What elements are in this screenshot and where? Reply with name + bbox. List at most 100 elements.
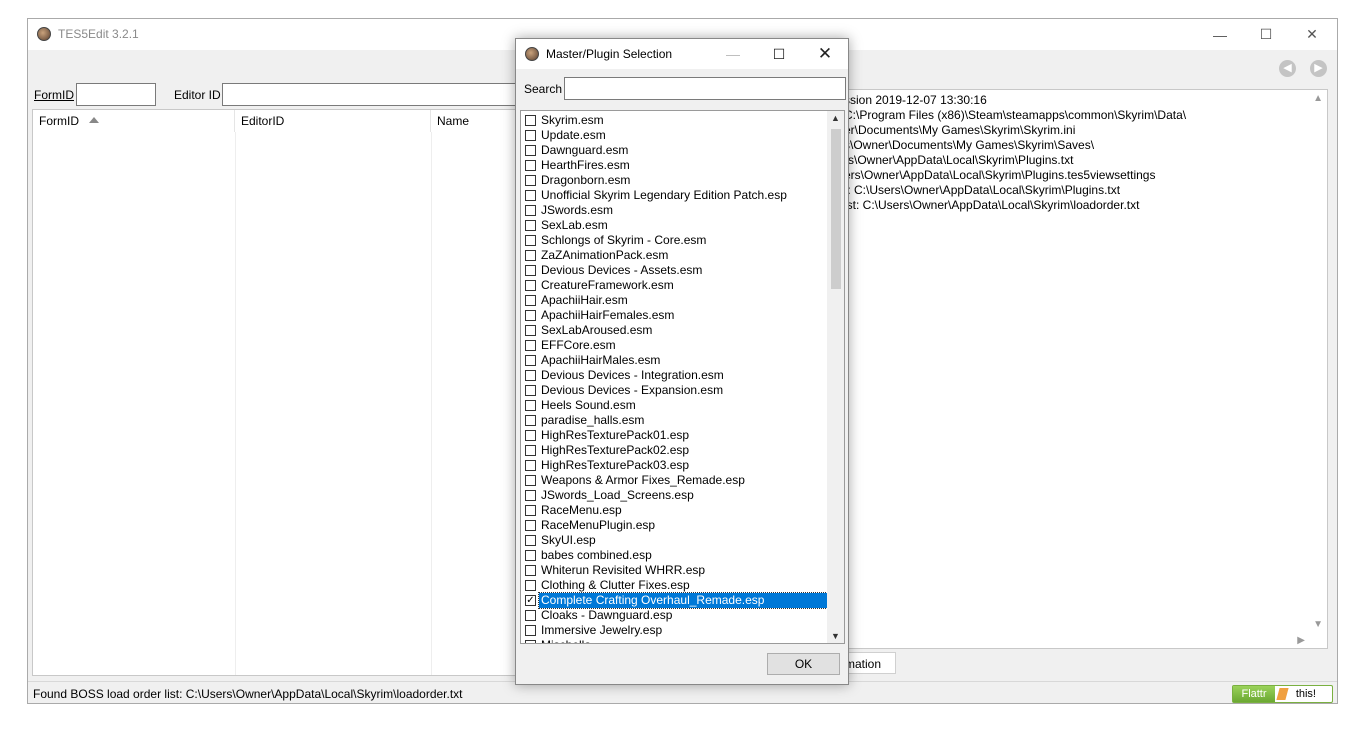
plugin-checkbox[interactable] [525, 610, 536, 621]
plugin-item[interactable]: HighResTexturePack02.esp [521, 443, 827, 458]
plugin-checkbox[interactable] [525, 325, 536, 336]
plugin-item[interactable]: ApachiiHairFemales.esm [521, 308, 827, 323]
plugin-checkbox[interactable] [525, 400, 536, 411]
plugin-label: EFFCore.esm [541, 338, 616, 352]
plugin-item[interactable]: HearthFires.esm [521, 158, 827, 173]
back-arrow-icon[interactable]: ◀ [1279, 60, 1296, 77]
dialog-maximize-button[interactable]: ☐ [756, 39, 802, 69]
plugin-item[interactable]: ApachiiHairMales.esm [521, 353, 827, 368]
plugin-item[interactable]: SexLab.esm [521, 218, 827, 233]
plugin-item[interactable]: Dragonborn.esm [521, 173, 827, 188]
plugin-item[interactable]: ✓ Complete Crafting Overhaul_Remade.esp [521, 592, 828, 609]
plugin-item[interactable]: Dawnguard.esm [521, 143, 827, 158]
plugin-item[interactable]: Devious Devices - Expansion.esm [521, 383, 827, 398]
plugin-item[interactable]: ApachiiHair.esm [521, 293, 827, 308]
plugin-item[interactable]: HighResTexturePack01.esp [521, 428, 827, 443]
plugin-checkbox[interactable] [525, 220, 536, 231]
minimize-button[interactable]: — [1197, 19, 1243, 50]
scroll-thumb[interactable] [831, 129, 841, 289]
column-header-formid[interactable]: FormID [33, 110, 235, 132]
column-header-editorid[interactable]: EditorID [235, 110, 431, 132]
plugin-checkbox[interactable] [525, 190, 536, 201]
plugin-checkbox[interactable] [525, 565, 536, 576]
plugin-item[interactable]: Mischella... [521, 638, 827, 643]
plugin-item[interactable]: SkyUI.esp [521, 533, 827, 548]
plugin-item[interactable]: Update.esm [521, 128, 827, 143]
plugin-checkbox[interactable] [525, 370, 536, 381]
forward-arrow-icon[interactable]: ▶ [1310, 60, 1327, 77]
plugin-checkbox[interactable] [525, 175, 536, 186]
plugin-item[interactable]: HighResTexturePack03.esp [521, 458, 827, 473]
plugin-checkbox[interactable] [525, 265, 536, 276]
plugin-item[interactable]: RaceMenuPlugin.esp [521, 518, 827, 533]
plugin-label: JSwords.esm [541, 203, 614, 217]
plugin-list[interactable]: Skyrim.esm Update.esm Dawnguard.esm HearthF… [520, 110, 845, 644]
plugin-item[interactable]: babes combined.esp [521, 548, 827, 563]
plugin-checkbox[interactable] [525, 625, 536, 636]
plugin-checkbox[interactable] [525, 145, 536, 156]
plugin-item[interactable]: ZaZAnimationPack.esm [521, 248, 827, 263]
flattr-button[interactable]: Flattr this! [1232, 685, 1333, 703]
plugin-item[interactable]: Immersive Jewelry.esp [521, 623, 827, 638]
close-button[interactable]: ✕ [1289, 19, 1335, 50]
plugin-item[interactable]: Cloaks - Dawnguard.esp [521, 608, 827, 623]
plugin-item[interactable]: Heels Sound.esm [521, 398, 827, 413]
plugin-checkbox[interactable] [525, 475, 536, 486]
plugin-item[interactable]: Whiterun Revisited WHRR.esp [521, 563, 827, 578]
record-tree-view[interactable]: FormID EditorID Name [32, 109, 518, 676]
plugin-checkbox[interactable] [525, 430, 536, 441]
plugin-item[interactable]: CreatureFramework.esm [521, 278, 827, 293]
column-header-name[interactable]: Name [431, 110, 521, 132]
scroll-down-icon[interactable]: ▼ [1313, 619, 1323, 630]
plugin-checkbox[interactable] [525, 535, 536, 546]
search-input[interactable] [564, 77, 846, 100]
plugin-checkbox[interactable] [525, 415, 536, 426]
plugin-item[interactable]: SexLabAroused.esm [521, 323, 827, 338]
plugin-item[interactable]: Schlongs of Skyrim - Core.esm [521, 233, 827, 248]
scroll-down-icon[interactable]: ▼ [831, 631, 840, 641]
plugin-checkbox[interactable] [525, 445, 536, 456]
plugin-item[interactable]: Clothing & Clutter Fixes.esp [521, 578, 827, 593]
scroll-up-icon[interactable]: ▲ [1313, 93, 1323, 104]
plugin-item[interactable]: Unofficial Skyrim Legendary Edition Patc… [521, 188, 827, 203]
plugin-checkbox[interactable] [525, 250, 536, 261]
plugin-checkbox[interactable] [525, 160, 536, 171]
plugin-checkbox[interactable] [525, 550, 536, 561]
plugin-checkbox[interactable] [525, 385, 536, 396]
plugin-item[interactable]: JSwords_Load_Screens.esp [521, 488, 827, 503]
plugin-checkbox[interactable] [525, 490, 536, 501]
plugin-checkbox[interactable] [525, 460, 536, 471]
plugin-checkbox[interactable] [525, 505, 536, 516]
formid-filter-input[interactable] [76, 83, 156, 106]
plugin-checkbox[interactable] [525, 355, 536, 366]
plugin-item[interactable]: JSwords.esm [521, 203, 827, 218]
plugin-item[interactable]: Weapons & Armor Fixes_Remade.esp [521, 473, 827, 488]
plugin-checkbox[interactable] [525, 580, 536, 591]
plugin-item[interactable]: paradise_halls.esm [521, 413, 827, 428]
scroll-up-icon[interactable]: ▲ [831, 113, 840, 123]
plugin-checkbox[interactable] [525, 295, 536, 306]
plugin-item[interactable]: Devious Devices - Integration.esm [521, 368, 827, 383]
plugin-checkbox[interactable] [525, 520, 536, 531]
plugin-checkbox[interactable] [525, 115, 536, 126]
scroll-right-icon[interactable]: ▶ [1297, 635, 1305, 646]
ok-button[interactable]: OK [767, 653, 840, 675]
messages-log[interactable]: ssion 2019-12-07 13:30:16 C:\Program Fil… [818, 89, 1328, 649]
editorid-filter-input[interactable] [222, 83, 522, 106]
dialog-close-button[interactable]: ✕ [802, 39, 848, 69]
plugin-checkbox[interactable]: ✓ [525, 595, 536, 606]
maximize-button[interactable]: ☐ [1243, 19, 1289, 50]
vertical-scrollbar[interactable]: ▲ ▼ [827, 111, 844, 643]
plugin-item[interactable]: Skyrim.esm [521, 113, 827, 128]
plugin-checkbox[interactable] [525, 130, 536, 141]
log-line: C:\Program Files (x86)\Steam\steamapps\c… [844, 108, 1187, 122]
plugin-checkbox[interactable] [525, 235, 536, 246]
plugin-checkbox[interactable] [525, 280, 536, 291]
plugin-checkbox[interactable] [525, 640, 536, 643]
plugin-checkbox[interactable] [525, 310, 536, 321]
plugin-checkbox[interactable] [525, 205, 536, 216]
plugin-checkbox[interactable] [525, 340, 536, 351]
plugin-item[interactable]: RaceMenu.esp [521, 503, 827, 518]
plugin-item[interactable]: Devious Devices - Assets.esm [521, 263, 827, 278]
plugin-item[interactable]: EFFCore.esm [521, 338, 827, 353]
